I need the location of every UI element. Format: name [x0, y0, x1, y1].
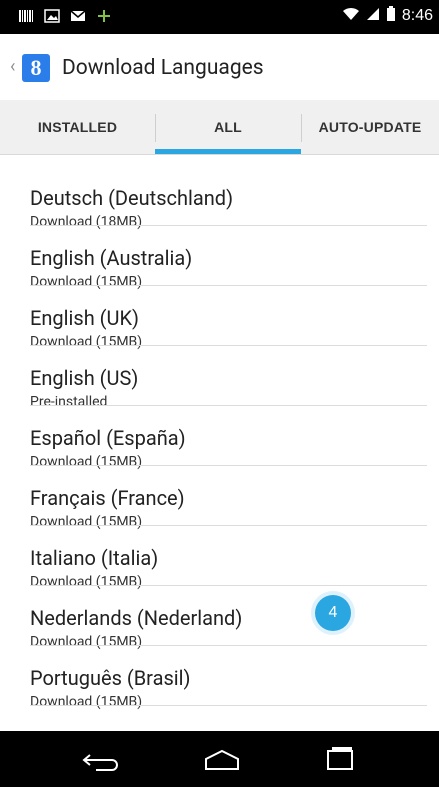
clock: 8:46 — [401, 7, 433, 24]
list-item-english-us[interactable]: English (US) Pre-installed — [0, 346, 439, 410]
signal-icon — [366, 6, 380, 26]
language-name: English (Australia) — [30, 246, 193, 270]
divider — [30, 705, 427, 706]
tab-all[interactable]: ALL — [155, 100, 301, 154]
download-status: Download (15MB) — [30, 694, 143, 710]
plus-icon — [96, 8, 112, 24]
list-item-nederlands[interactable]: Nederlands (Nederland) Download (15MB) — [0, 586, 439, 650]
image-icon — [44, 8, 60, 24]
list-item-portugues[interactable]: Português (Brasil) Download (15MB) — [0, 646, 439, 710]
selected-tab-indicator — [155, 149, 301, 154]
status-bar-system: 8:46 — [342, 6, 433, 26]
list-item-english-uk[interactable]: English (UK) Download (15MB) — [0, 286, 439, 350]
language-name: Español (España) — [30, 426, 186, 450]
battery-icon — [386, 6, 396, 26]
back-icon[interactable] — [82, 747, 126, 773]
tab-bar: INSTALLED ALL AUTO-UPDATE — [0, 100, 439, 155]
wifi-icon — [342, 6, 360, 26]
navigation-bar — [0, 731, 439, 787]
up-navigation-icon[interactable]: ‹ — [10, 56, 15, 77]
home-icon[interactable] — [200, 747, 244, 773]
list-item-espanol[interactable]: Español (España) Download (15MB) — [0, 406, 439, 470]
status-bar-notifications — [18, 8, 112, 24]
language-name: Deutsch (Deutschland) — [30, 186, 234, 210]
page-title: Download Languages — [62, 56, 264, 80]
list-item-italiano[interactable]: Italiano (Italia) Download (15MB) — [0, 526, 439, 590]
gmail-icon — [70, 8, 86, 24]
google-icon[interactable]: 8 — [22, 54, 50, 82]
action-bar: ‹ 8 Download Languages — [0, 34, 439, 101]
language-name: Français (France) — [30, 486, 185, 510]
language-name: Português (Brasil) — [30, 666, 191, 690]
list-item-english-australia[interactable]: English (Australia) Download (15MB) — [0, 226, 439, 290]
language-name: English (US) — [30, 366, 139, 390]
status-bar: 8:46 — [0, 0, 439, 34]
tab-auto-update[interactable]: AUTO-UPDATE — [301, 100, 439, 154]
recent-apps-icon[interactable] — [318, 747, 362, 773]
tab-installed[interactable]: INSTALLED — [0, 100, 155, 154]
language-name: English (UK) — [30, 306, 139, 330]
language-name: Nederlands (Nederland) — [30, 606, 243, 630]
barcode-icon — [18, 8, 34, 24]
list-item-deutsch[interactable]: Deutsch (Deutschland) Download (18MB) — [0, 166, 439, 230]
language-name: Italiano (Italia) — [30, 546, 159, 570]
step-number-badge: 4 — [315, 595, 351, 631]
list-item-francais[interactable]: Français (France) Download (15MB) — [0, 466, 439, 530]
